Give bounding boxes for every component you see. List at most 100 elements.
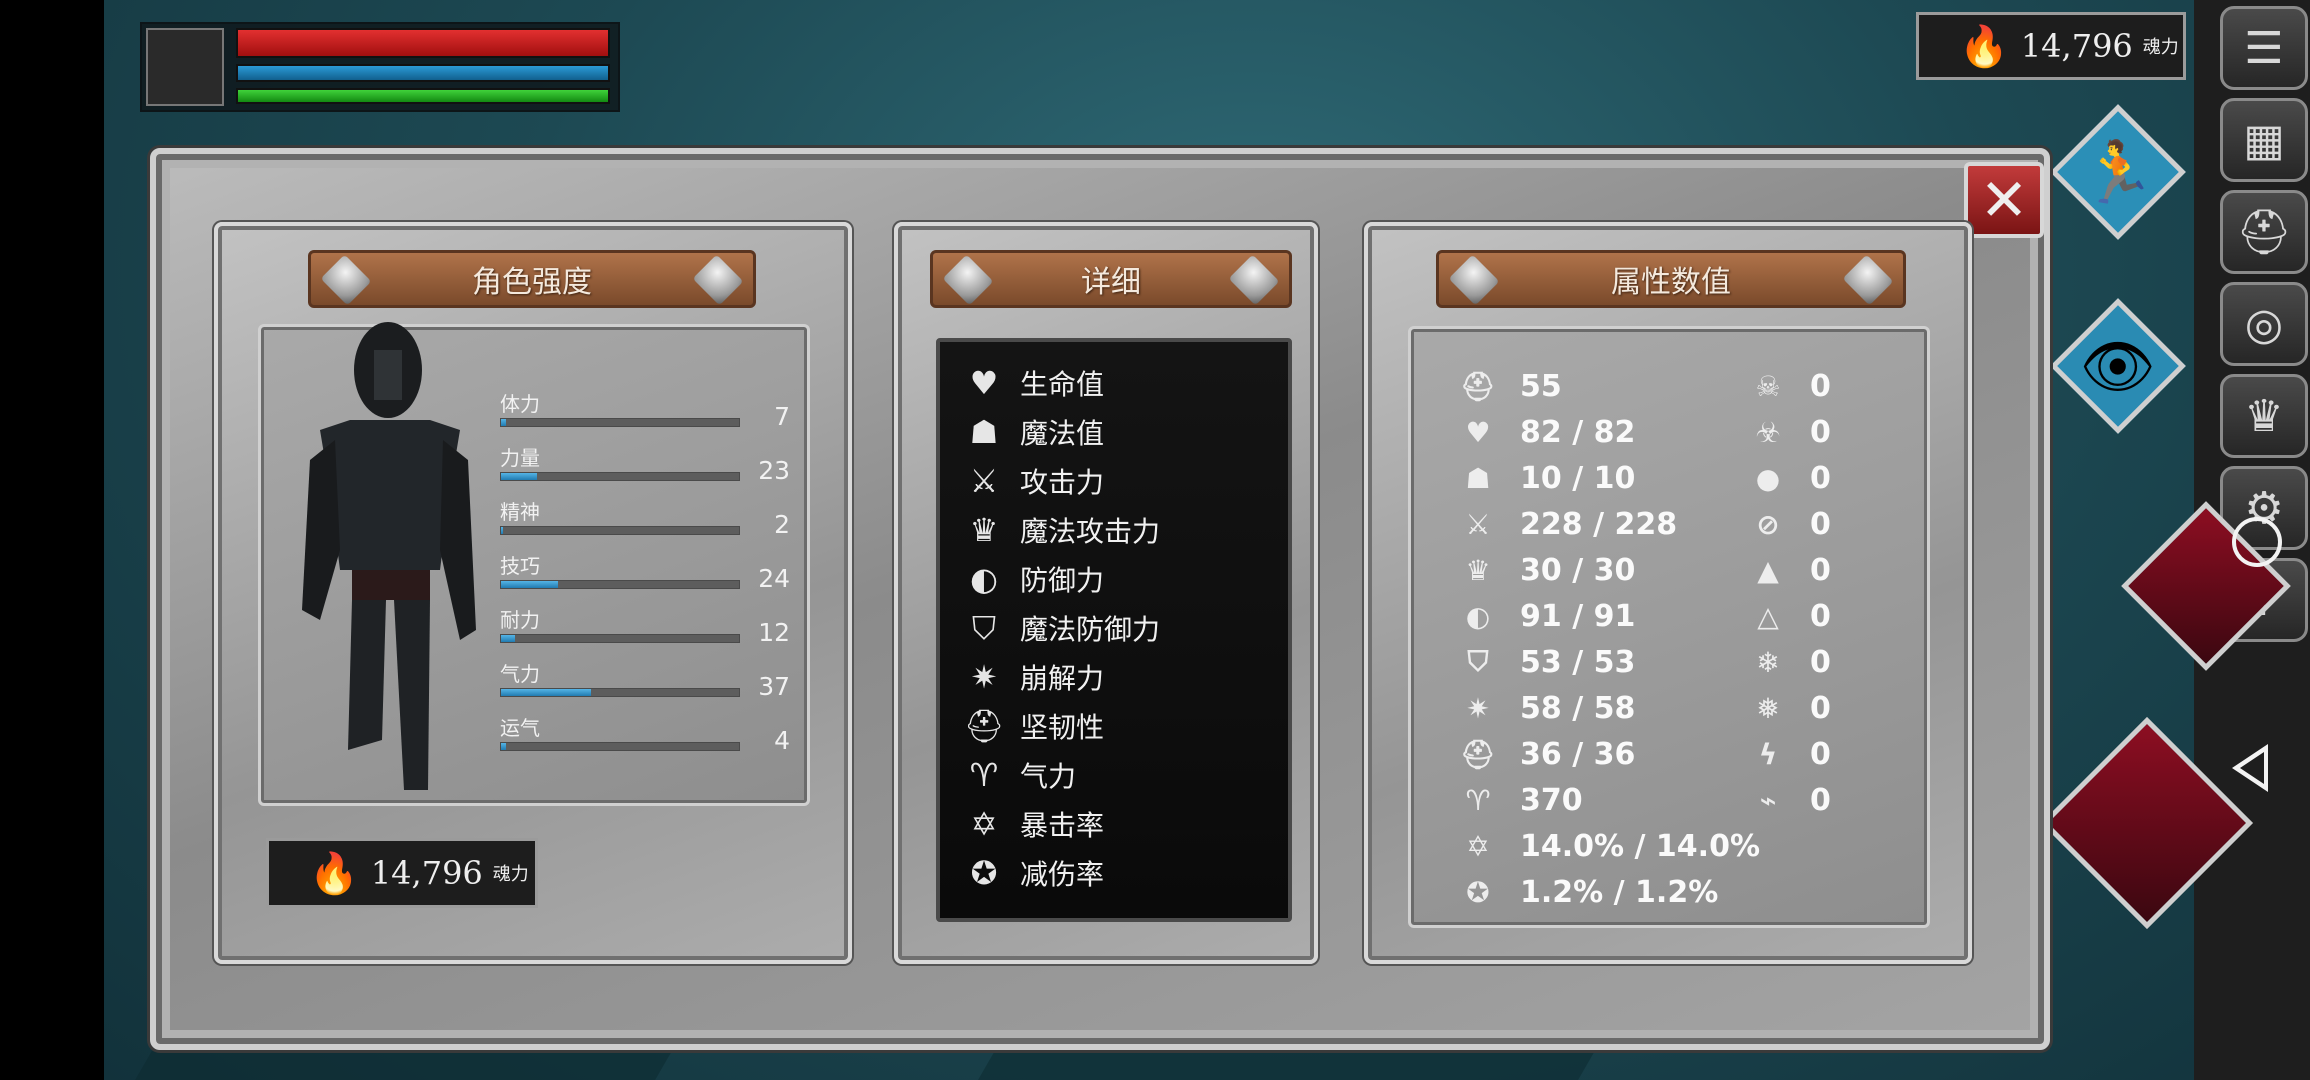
shield-icon: ◐ xyxy=(1465,599,1491,633)
detail-label: 魔法防御力 xyxy=(1020,613,1161,646)
detail-label: 坚韧性 xyxy=(1020,711,1105,744)
menu-button[interactable]: ☰ xyxy=(2220,6,2308,90)
detail-label: 生命值 xyxy=(1020,368,1105,401)
skull-icon: ☠ xyxy=(1755,369,1781,403)
attr-toughness: ⛑ 36 / 36 xyxy=(1458,734,1635,774)
attr-death-resist: ☠ 0 xyxy=(1748,366,1831,406)
attr-value: 0 xyxy=(1810,644,1831,680)
attr-value: 0 xyxy=(1810,598,1831,634)
critical-star-icon: ✡ xyxy=(1466,829,1490,863)
detail-toughness[interactable]: ⛑ 坚韧性 xyxy=(962,703,1104,749)
detail-break[interactable]: ✷ 崩解力 xyxy=(962,654,1104,700)
attr-value: 82 / 82 xyxy=(1520,414,1636,450)
map-button[interactable]: ▦ xyxy=(2220,98,2308,182)
attributes-panel-title: 属性数值 xyxy=(1611,265,1731,300)
detail-label: 气力 xyxy=(1020,760,1077,793)
stat-value: 12 xyxy=(758,618,790,647)
attr-value: 0 xyxy=(1810,460,1831,496)
detail-health[interactable]: ♥ 生命值 xyxy=(962,360,1104,406)
magic-crown-icon: ♛ xyxy=(1465,553,1491,587)
detail-damage-reduction[interactable]: ✪ 减伤率 xyxy=(962,850,1104,896)
stat-bar-fill xyxy=(501,689,592,696)
stat-skill: 技巧 24 xyxy=(500,550,790,604)
shield-icon: ◐ xyxy=(970,560,998,598)
attr-frost: ❄ 0 xyxy=(1748,642,1831,682)
stat-value: 7 xyxy=(774,402,790,431)
detail-critical[interactable]: ✡ 暴击率 xyxy=(962,801,1104,847)
player-portrait[interactable] xyxy=(146,28,224,106)
camera-button[interactable]: ◎ xyxy=(2220,282,2308,366)
stat-label: 体力 xyxy=(500,392,540,416)
attr-level: ⛑ 55 xyxy=(1458,366,1562,406)
attr-value: 1.2% / 1.2% xyxy=(1520,874,1719,910)
attr-bleed: ● 0 xyxy=(1748,458,1831,498)
health-bar xyxy=(236,28,610,58)
attr-poison-resist: ☣ 0 xyxy=(1748,412,1831,452)
attr-value: 53 / 53 xyxy=(1520,644,1636,680)
stat-bar xyxy=(500,742,740,751)
map-icon: ▦ xyxy=(2243,114,2285,166)
home-nav-icon[interactable] xyxy=(2232,517,2282,567)
crown-button[interactable]: ♛ xyxy=(2220,374,2308,458)
detail-label: 减伤率 xyxy=(1020,858,1105,891)
detail-attack[interactable]: ⚔ 攻击力 xyxy=(962,458,1104,504)
stat-label: 运气 xyxy=(500,716,540,740)
stat-label: 技巧 xyxy=(500,554,540,578)
close-button[interactable]: ✕ xyxy=(1964,162,2044,238)
helmet-icon: ⛑ xyxy=(963,707,1005,745)
attr-damage-reduction: ✪ 1.2% / 1.2% xyxy=(1458,872,1718,912)
stat-bar-fill xyxy=(501,581,559,588)
attr-critical: ✡ 14.0% / 14.0% xyxy=(1458,826,1760,866)
sword-icon: ⚔ xyxy=(1465,507,1491,541)
attr-value: 0 xyxy=(1810,414,1831,450)
attr-health: ♥ 82 / 82 xyxy=(1458,412,1635,452)
soul-power-unit: 魂力 xyxy=(492,864,529,885)
helmet-icon: ⛑ xyxy=(2236,207,2292,258)
critical-star-icon: ✡ xyxy=(970,805,998,843)
detail-mana[interactable]: ☗ 魔法值 xyxy=(962,409,1104,455)
detail-label: 攻击力 xyxy=(1020,466,1105,499)
attr-lightning: ϟ0 xyxy=(1748,734,1831,774)
attr-attack: ⚔ 228 / 228 xyxy=(1458,504,1677,544)
back-nav-icon[interactable] xyxy=(2232,744,2268,792)
attr-value: 0 xyxy=(1810,690,1831,726)
attributes-panel-header: 属性数值 xyxy=(1436,250,1906,308)
detail-stamina[interactable]: ♈ 气力 xyxy=(962,752,1076,798)
menu-icon: ☰ xyxy=(2244,22,2284,74)
detail-defense[interactable]: ◐ 防御力 xyxy=(962,556,1104,602)
attr-value: 36 / 36 xyxy=(1520,736,1636,772)
damage-reduction-icon: ✪ xyxy=(970,854,998,892)
stat-strength: 力量 23 xyxy=(500,442,790,496)
soul-power-unit: 魂力 xyxy=(2142,37,2179,58)
attr-magic-defense: ⛉ 53 / 53 xyxy=(1458,642,1635,682)
attr-value: 0 xyxy=(1810,736,1831,772)
character-soul-power: 🔥 14,796 魂力 xyxy=(266,838,538,908)
no-fire-icon: △ xyxy=(1757,599,1779,633)
equipment-button[interactable]: ⛑ xyxy=(2220,190,2308,274)
bolt-icon xyxy=(320,254,372,306)
attr-stamina: ♈ 370 xyxy=(1458,780,1582,820)
detail-magic-attack[interactable]: ♛ 魔法攻击力 xyxy=(962,507,1160,553)
soul-power-value: 14,796 xyxy=(370,854,483,892)
soul-power-value: 14,796 xyxy=(2020,27,2133,65)
attr-value: 14.0% / 14.0% xyxy=(1520,828,1760,864)
game-scene: 🔥 14,796 魂力 ☰ ▦ ⛑ ◎ ♛ ⚙ ? 🏃 👁 ✕ 角色强度 体力 … xyxy=(0,0,2310,1080)
lungs-icon: ♈ xyxy=(969,756,999,794)
bolt-icon xyxy=(692,254,744,306)
magic-crown-icon: ♛ xyxy=(969,511,999,549)
heart-icon: ♥ xyxy=(1465,415,1491,449)
stat-label: 力量 xyxy=(500,446,540,470)
stat-bar xyxy=(500,526,740,535)
detail-magic-defense[interactable]: ⛉ 魔法防御力 xyxy=(962,605,1160,651)
damage-reduction-icon: ✪ xyxy=(1466,875,1490,909)
attr-value: 10 / 10 xyxy=(1520,460,1636,496)
bolt-icon xyxy=(1842,254,1894,306)
details-panel-header: 详细 xyxy=(930,250,1292,308)
stat-value: 37 xyxy=(758,672,790,701)
stat-bar xyxy=(500,580,740,589)
detail-label: 暴击率 xyxy=(1020,809,1105,842)
attr-value: 0 xyxy=(1810,506,1831,542)
attr-magic-attack: ♛ 30 / 30 xyxy=(1458,550,1635,590)
attr-value: 0 xyxy=(1810,368,1831,404)
attr-frost-resist: ❅ 0 xyxy=(1748,688,1831,728)
